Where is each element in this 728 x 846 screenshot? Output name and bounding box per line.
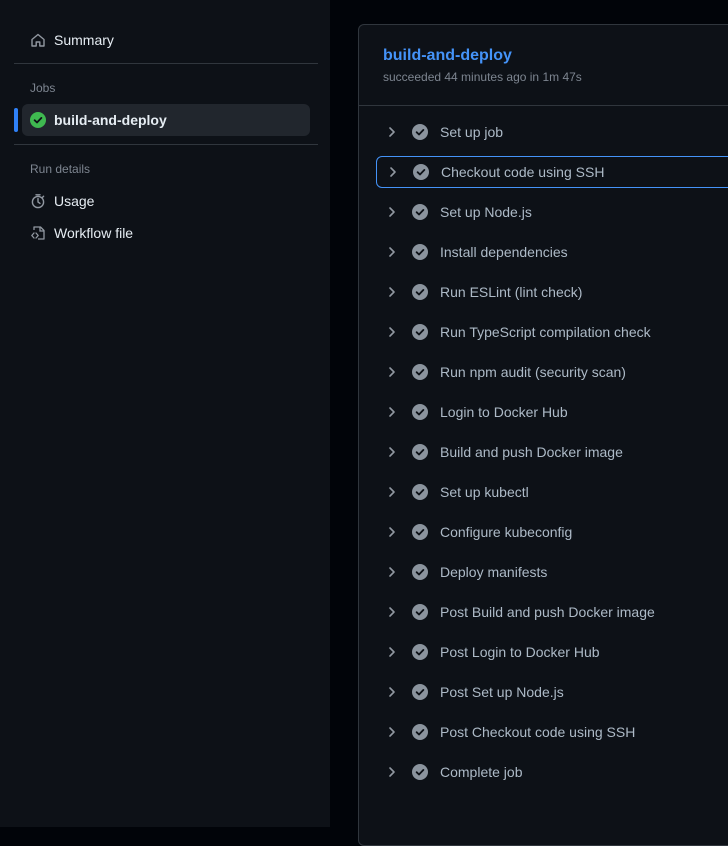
step-row[interactable]: Run ESLint (lint check) xyxy=(376,276,728,308)
step-row[interactable]: Post Login to Docker Hub xyxy=(376,636,728,668)
check-circle-icon xyxy=(412,684,428,700)
step-label: Set up kubectl xyxy=(440,484,529,500)
job-label: build-and-deploy xyxy=(54,112,167,128)
stopwatch-icon xyxy=(30,193,46,209)
check-circle-icon xyxy=(412,364,428,380)
chevron-right-icon[interactable] xyxy=(384,364,400,380)
check-circle-icon xyxy=(412,244,428,260)
job-panel: build-and-deploy succeeded 44 minutes ag… xyxy=(358,24,728,846)
step-label: Build and push Docker image xyxy=(440,444,623,460)
chevron-right-icon[interactable] xyxy=(384,724,400,740)
step-label: Login to Docker Hub xyxy=(440,404,568,420)
sidebar-divider xyxy=(14,63,318,64)
step-row[interactable]: Login to Docker Hub xyxy=(376,396,728,428)
summary-label: Summary xyxy=(54,32,114,48)
run-details-heading: Run details xyxy=(30,162,91,176)
summary-link[interactable]: Summary xyxy=(22,24,310,56)
check-circle-icon xyxy=(412,724,428,740)
step-label: Post Login to Docker Hub xyxy=(440,644,600,660)
job-header-divider xyxy=(359,105,728,106)
step-row[interactable]: Set up kubectl xyxy=(376,476,728,508)
usage-link[interactable]: Usage xyxy=(22,185,310,217)
chevron-right-icon[interactable] xyxy=(384,244,400,260)
chevron-right-icon[interactable] xyxy=(384,564,400,580)
step-label: Run ESLint (lint check) xyxy=(440,284,583,300)
step-label: Run TypeScript compilation check xyxy=(440,324,651,340)
step-label: Checkout code using SSH xyxy=(441,164,605,180)
chevron-right-icon[interactable] xyxy=(384,284,400,300)
chevron-right-icon[interactable] xyxy=(384,524,400,540)
check-circle-icon xyxy=(412,484,428,500)
check-circle-icon xyxy=(412,764,428,780)
check-circle-icon xyxy=(412,404,428,420)
check-circle-icon xyxy=(413,164,429,180)
step-label: Set up Node.js xyxy=(440,204,532,220)
check-circle-fill-icon xyxy=(30,112,46,128)
home-icon xyxy=(30,32,46,48)
chevron-right-icon[interactable] xyxy=(384,764,400,780)
step-label: Complete job xyxy=(440,764,523,780)
step-row[interactable]: Checkout code using SSH xyxy=(376,156,728,188)
step-label: Configure kubeconfig xyxy=(440,524,573,540)
workflow-file-label: Workflow file xyxy=(54,225,134,241)
step-label: Deploy manifests xyxy=(440,564,548,580)
job-meta: succeeded 44 minutes ago in 1m 47s xyxy=(383,70,582,84)
chevron-right-icon[interactable] xyxy=(384,684,400,700)
check-circle-icon xyxy=(412,204,428,220)
chevron-right-icon[interactable] xyxy=(384,404,400,420)
step-row[interactable]: Build and push Docker image xyxy=(376,436,728,468)
step-row[interactable]: Post Set up Node.js xyxy=(376,676,728,708)
check-circle-icon xyxy=(412,444,428,460)
job-link-build-and-deploy[interactable]: build-and-deploy xyxy=(22,104,310,136)
check-circle-icon xyxy=(412,564,428,580)
jobs-heading: Jobs xyxy=(30,81,56,95)
usage-label: Usage xyxy=(54,193,95,209)
check-circle-icon xyxy=(412,324,428,340)
active-indicator xyxy=(14,108,18,132)
step-label: Post Build and push Docker image xyxy=(440,604,655,620)
sidebar: Summary Jobs build-and-deploy Run detail… xyxy=(0,0,330,827)
step-row[interactable]: Post Checkout code using SSH xyxy=(376,716,728,748)
step-row[interactable]: Set up job xyxy=(376,116,728,148)
check-circle-icon xyxy=(412,644,428,660)
step-row[interactable]: Post Build and push Docker image xyxy=(376,596,728,628)
chevron-right-icon[interactable] xyxy=(384,204,400,220)
step-label: Run npm audit (security scan) xyxy=(440,364,626,380)
chevron-right-icon[interactable] xyxy=(384,644,400,660)
file-code-icon xyxy=(30,225,46,241)
step-label: Install dependencies xyxy=(440,244,568,260)
check-circle-icon xyxy=(412,284,428,300)
chevron-right-icon[interactable] xyxy=(384,444,400,460)
step-label: Set up job xyxy=(440,124,504,140)
step-row[interactable]: Complete job xyxy=(376,756,728,788)
chevron-right-icon[interactable] xyxy=(384,124,400,140)
chevron-right-icon[interactable] xyxy=(384,324,400,340)
job-title[interactable]: build-and-deploy xyxy=(383,47,512,65)
step-row[interactable]: Run TypeScript compilation check xyxy=(376,316,728,348)
chevron-right-icon[interactable] xyxy=(384,604,400,620)
check-circle-icon xyxy=(412,524,428,540)
step-row[interactable]: Set up Node.js xyxy=(376,196,728,228)
check-circle-icon xyxy=(412,124,428,140)
step-row[interactable]: Configure kubeconfig xyxy=(376,516,728,548)
step-label: Post Checkout code using SSH xyxy=(440,724,636,740)
step-row[interactable]: Deploy manifests xyxy=(376,556,728,588)
check-circle-icon xyxy=(412,604,428,620)
step-row[interactable]: Install dependencies xyxy=(376,236,728,268)
chevron-right-icon[interactable] xyxy=(385,164,401,180)
chevron-right-icon[interactable] xyxy=(384,484,400,500)
workflow-file-link[interactable]: Workflow file xyxy=(22,217,310,249)
step-row[interactable]: Run npm audit (security scan) xyxy=(376,356,728,388)
step-label: Post Set up Node.js xyxy=(440,684,564,700)
sidebar-divider xyxy=(14,144,318,145)
